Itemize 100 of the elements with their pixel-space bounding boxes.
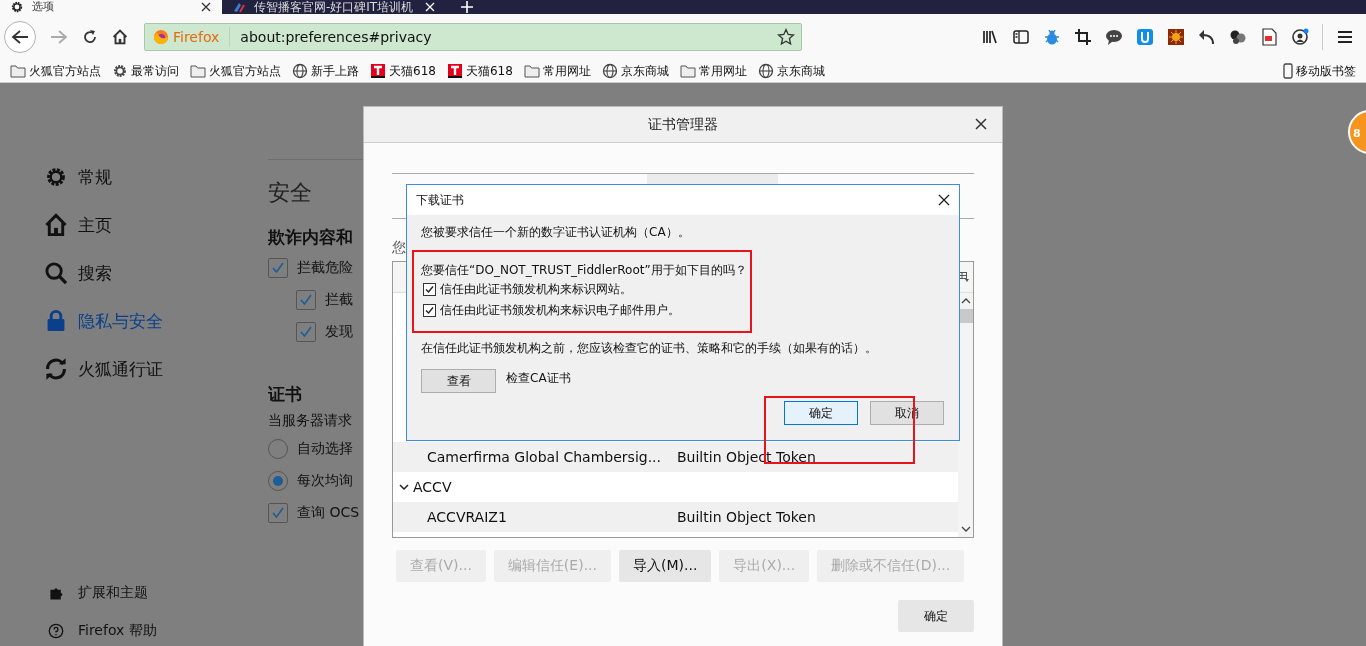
scroll-up-icon[interactable] bbox=[960, 297, 971, 305]
checkbox[interactable] bbox=[296, 290, 316, 310]
checkbox[interactable] bbox=[268, 503, 288, 523]
phone-icon bbox=[1283, 63, 1293, 79]
sun-square-icon[interactable] bbox=[1167, 28, 1185, 46]
bookmark-item[interactable]: 常用网址 bbox=[523, 62, 591, 80]
table-cell: ACCV bbox=[413, 479, 452, 495]
search-icon bbox=[44, 261, 68, 285]
gear-icon bbox=[44, 165, 68, 189]
ok-button[interactable]: 确定 bbox=[898, 600, 974, 632]
group-heading: 证书 bbox=[268, 383, 303, 406]
table-cell: Builtin Object Token bbox=[677, 509, 816, 525]
bookmark-item[interactable]: 常用网址 bbox=[679, 62, 747, 80]
bookmark-item[interactable]: 火狐官方站点 bbox=[10, 62, 101, 80]
hint-text: 检查CA证书 bbox=[506, 370, 571, 387]
bookmark-item[interactable]: 最常访问 bbox=[112, 62, 179, 80]
globe-icon bbox=[757, 63, 774, 79]
bookmark-item[interactable]: 火狐官方站点 bbox=[190, 62, 281, 80]
dialog-title: 下载证书 bbox=[416, 191, 464, 209]
firefox-logo-icon bbox=[153, 29, 169, 45]
intro-text: 您 bbox=[392, 239, 407, 255]
crop-icon[interactable] bbox=[1074, 28, 1092, 46]
checkbox[interactable] bbox=[423, 283, 436, 296]
close-icon[interactable] bbox=[200, 1, 212, 13]
sidebar-item[interactable]: 常规 bbox=[44, 165, 112, 189]
folder-icon bbox=[190, 63, 206, 79]
checkbox[interactable] bbox=[268, 258, 288, 278]
browser-tab[interactable]: 选项 bbox=[0, 0, 222, 14]
sidebar-link[interactable]: Firefox 帮助 bbox=[48, 622, 157, 640]
option-label: 信任由此证书颁发机构来标识网站。 bbox=[440, 281, 632, 298]
back-arrow-icon bbox=[11, 29, 29, 45]
table-row[interactable]: ACCV bbox=[393, 472, 958, 502]
dialog-button[interactable]: 确定 bbox=[784, 401, 858, 425]
home-icon[interactable] bbox=[112, 29, 128, 45]
table-cell-text: ACCVRAIZ1 bbox=[426, 509, 508, 525]
close-icon[interactable] bbox=[974, 117, 988, 131]
help-icon bbox=[48, 623, 64, 639]
bookmark-item[interactable]: 天猫618 bbox=[370, 62, 436, 80]
bookmark-item[interactable]: 新手上路 bbox=[292, 62, 359, 80]
spheres-icon[interactable] bbox=[1229, 28, 1247, 46]
back-button[interactable] bbox=[4, 21, 36, 53]
close-icon[interactable] bbox=[937, 193, 951, 207]
globe-icon bbox=[601, 63, 618, 79]
site-icon bbox=[232, 1, 246, 13]
table-cell-text: Camerfirma Global Chambersig... bbox=[426, 449, 662, 465]
option-label: 查询 OCS bbox=[297, 504, 360, 522]
puzzle-icon bbox=[48, 585, 64, 601]
undo-arrow-icon[interactable] bbox=[1198, 28, 1216, 46]
option-label: 拦截 bbox=[325, 291, 353, 309]
gear-icon bbox=[112, 63, 128, 79]
reload-icon[interactable] bbox=[82, 29, 98, 45]
advice-text: 在信任此证书颁发机构之前，您应该检查它的证书、策略和它的手续（如果有的话）。 bbox=[421, 340, 878, 357]
account-icon[interactable] bbox=[1291, 28, 1309, 46]
library-icon[interactable] bbox=[981, 28, 999, 46]
bookmark-item[interactable]: 京东商城 bbox=[757, 62, 825, 80]
dialog-title: 证书管理器 bbox=[648, 115, 718, 134]
bookmark-item[interactable]: 京东商城 bbox=[601, 62, 669, 80]
tmall-logo-icon bbox=[370, 63, 386, 79]
sidebar-link[interactable]: 扩展和主题 bbox=[48, 584, 148, 602]
dialog-button[interactable]: 导入(M)... bbox=[619, 550, 712, 582]
identity-label: Firefox bbox=[173, 29, 220, 45]
folder-icon bbox=[523, 63, 540, 79]
option-label: 每次均询 bbox=[297, 472, 353, 490]
folder-icon bbox=[679, 63, 696, 79]
option-label: 拦截危险 bbox=[297, 259, 353, 277]
bookmark-item[interactable]: 天猫618 bbox=[446, 62, 513, 80]
bookmark-star-icon[interactable] bbox=[777, 28, 795, 46]
sidebar-item[interactable]: 搜索 bbox=[44, 261, 112, 285]
new-tab-icon[interactable] bbox=[460, 0, 474, 14]
sidebar-item[interactable]: 火狐通行证 bbox=[44, 357, 163, 381]
globe-icon bbox=[292, 63, 308, 79]
address-bar[interactable]: Firefox about:preferences#privacy bbox=[144, 23, 802, 51]
home-icon bbox=[44, 213, 68, 237]
table-row[interactable]: ACCVRAIZ1 Builtin Object Token bbox=[393, 502, 958, 532]
group-heading: 欺诈内容和 bbox=[268, 226, 354, 249]
gear-icon bbox=[10, 0, 24, 14]
checkbox[interactable] bbox=[423, 304, 436, 317]
browser-tab[interactable]: 传智播客官网-好口碑IT培训机 bbox=[222, 0, 446, 14]
section-title: 安全 bbox=[268, 179, 313, 207]
chevron-icon[interactable] bbox=[399, 483, 409, 491]
option-label: 自动选择 bbox=[297, 440, 353, 458]
question-text: 您要信任“DO_NOT_TRUST_FiddlerRoot”用于如下目的吗？ bbox=[421, 262, 748, 279]
checkbox[interactable] bbox=[296, 322, 316, 342]
group-description: 当服务器请求 bbox=[268, 412, 353, 430]
url-text: about:preferences#privacy bbox=[240, 29, 433, 45]
message-text: 您被要求信任一个新的数字证书认证机构（CA）。 bbox=[421, 224, 691, 241]
tmall-logo-icon bbox=[446, 63, 463, 79]
menu-icon[interactable] bbox=[1336, 28, 1354, 46]
view-button[interactable]: 查看 bbox=[421, 369, 496, 393]
u-square-icon[interactable] bbox=[1136, 28, 1154, 46]
sidebar-icon[interactable] bbox=[1012, 28, 1030, 46]
scroll-down-icon[interactable] bbox=[960, 525, 971, 533]
document-icon[interactable] bbox=[1260, 28, 1278, 46]
chat-bubble-icon[interactable] bbox=[1105, 28, 1123, 46]
tab-title: 选项 bbox=[32, 0, 55, 14]
sidebar-item[interactable]: 主页 bbox=[44, 213, 112, 237]
bookmark-item[interactable]: 移动版书签 bbox=[1283, 62, 1356, 80]
sync-arrows-icon bbox=[44, 357, 68, 381]
tab-title: 传智播客官网-好口碑IT培训机 bbox=[254, 0, 415, 14]
bug-icon[interactable] bbox=[1043, 28, 1061, 46]
